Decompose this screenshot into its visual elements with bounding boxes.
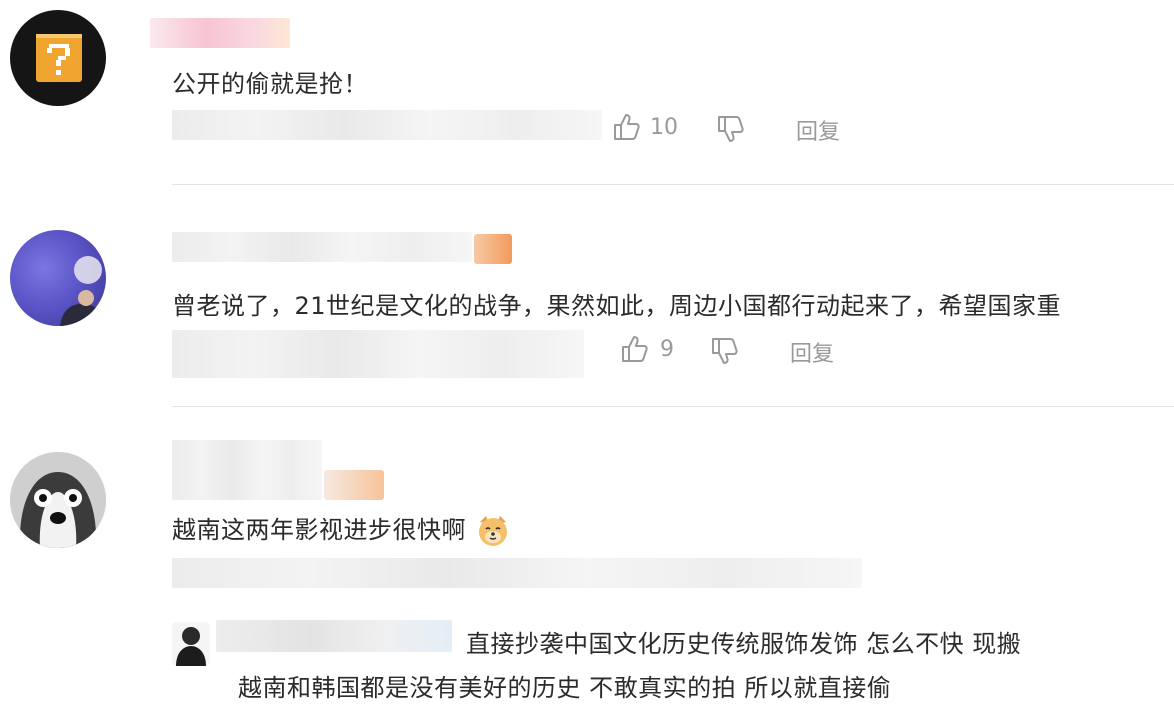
question-block-icon — [36, 34, 82, 82]
comment-text: 曾老说了，21世纪是文化的战争，果然如此，周边小国都行动起来了，希望国家重 — [172, 292, 1062, 320]
comment-text: 公开的偷就是抢！ — [172, 70, 368, 98]
comment-text: 越南这两年影视进步很快啊 — [172, 510, 510, 548]
like-count: 9 — [660, 336, 674, 362]
thumbs-up-icon — [614, 114, 640, 140]
blurred-username — [172, 232, 472, 262]
divider — [172, 184, 1174, 185]
blurred-reply-username — [216, 620, 452, 652]
reply-avatar[interactable] — [172, 622, 210, 666]
blurred-metadata — [172, 330, 584, 378]
divider — [172, 406, 1174, 407]
comment-3: 越南这两年影视进步很快啊 直接抄袭中国文化历史传统服饰发饰 怎么不快 现搬 越南… — [0, 440, 1174, 716]
blurred-username — [150, 18, 290, 48]
reply-text-line-2: 越南和韩国都是没有美好的历史 不敢真实的拍 所以就直接偷 — [238, 674, 892, 702]
like-count: 10 — [650, 114, 678, 140]
reply-button[interactable]: 回复 — [790, 336, 834, 368]
thumbs-down-icon — [712, 338, 738, 364]
level-badge — [474, 234, 512, 264]
reply-text-line-1: 直接抄袭中国文化历史传统服饰发饰 怎么不快 现搬 — [466, 630, 1022, 658]
avatar[interactable] — [10, 10, 106, 106]
avatar[interactable] — [10, 230, 106, 326]
comment-2: 曾老说了，21世纪是文化的战争，果然如此，周边小国都行动起来了，希望国家重 9 … — [0, 220, 1174, 406]
blurred-metadata — [172, 558, 862, 588]
reply-button[interactable]: 回复 — [796, 114, 840, 146]
blurred-metadata — [172, 110, 602, 140]
husky-avatar — [10, 452, 106, 548]
portrait-avatar — [60, 256, 106, 326]
thumbs-down-icon — [718, 116, 744, 142]
reply-avatar-image — [176, 627, 206, 666]
avatar[interactable] — [10, 452, 106, 548]
thumbs-up-icon — [622, 336, 648, 362]
level-badge — [324, 470, 384, 500]
dog-face-emoji-icon — [479, 516, 508, 546]
like-button[interactable]: 10 — [612, 112, 678, 142]
blurred-username — [172, 440, 322, 500]
dislike-button[interactable] — [710, 336, 740, 366]
comment-1: 公开的偷就是抢！ 10 回复 — [0, 0, 1174, 184]
dislike-button[interactable] — [716, 114, 746, 144]
comment-text-content: 越南这两年影视进步很快啊 — [172, 516, 466, 544]
like-button[interactable]: 9 — [620, 334, 674, 364]
